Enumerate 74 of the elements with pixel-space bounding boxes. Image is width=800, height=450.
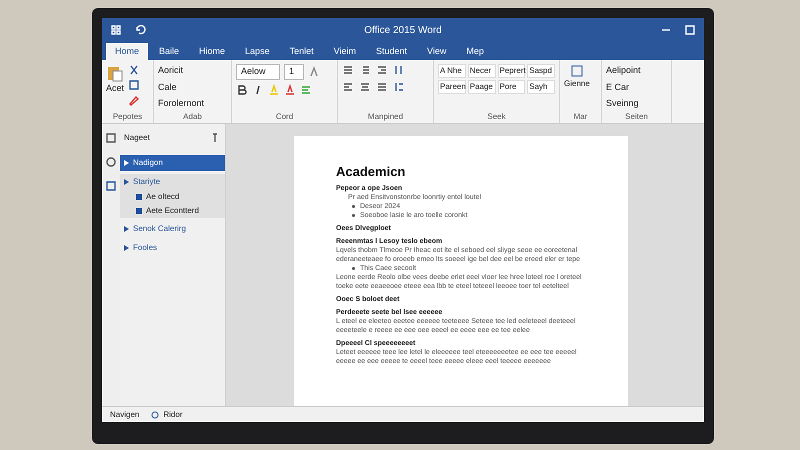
grid-icon[interactable]: [110, 24, 122, 36]
ribbon-tab[interactable]: View: [418, 43, 456, 60]
group-label: Mar: [572, 111, 588, 123]
group-label: Pepotes: [112, 111, 144, 123]
status-text: Ridor: [163, 408, 182, 420]
ribbon-command[interactable]: Cale: [158, 80, 204, 94]
scissors-icon[interactable]: [128, 64, 140, 76]
document-icon[interactable]: [105, 180, 117, 192]
group-label: Manpined: [366, 111, 404, 123]
bullet-dot-icon: [352, 205, 355, 208]
ribbon-command[interactable]: Aoricit: [158, 64, 204, 78]
expand-arrow-icon[interactable]: [124, 226, 129, 232]
indent-icon[interactable]: [376, 64, 388, 76]
align-icon[interactable]: [300, 84, 312, 96]
bullet-dot-icon: [352, 214, 355, 217]
group-label: Cord: [274, 111, 294, 123]
style-preset[interactable]: Pore: [498, 80, 526, 94]
bold-icon[interactable]: [236, 84, 248, 96]
font-name-field[interactable]: Aelow: [236, 64, 280, 80]
ribbon-command[interactable]: Aelipoint: [606, 64, 641, 78]
style-preset[interactable]: Sayh: [527, 80, 555, 94]
style-preset[interactable]: Paage: [468, 80, 496, 94]
group-label: Seek: [486, 111, 507, 123]
expand-arrow-icon[interactable]: [124, 245, 129, 251]
ribbon-tab[interactable]: Baile: [150, 43, 188, 60]
bullets-icon[interactable]: [342, 64, 354, 76]
nav-subitem[interactable]: Aete Econtterd: [146, 205, 199, 217]
center-icon[interactable]: [359, 81, 371, 93]
style-preset[interactable]: Peprert: [498, 64, 526, 78]
style-preset[interactable]: A Nhe: [438, 64, 466, 78]
square-icon: [136, 208, 142, 214]
expand-arrow-icon[interactable]: [124, 160, 129, 166]
ribbon-command[interactable]: Sveinng: [606, 97, 641, 110]
ribbon-tab[interactable]: Lapse: [236, 43, 279, 60]
page-icon[interactable]: [105, 132, 117, 144]
paste-button[interactable]: Acet: [106, 64, 124, 96]
square-icon: [570, 64, 584, 78]
group-label: Adab: [182, 111, 203, 123]
ribbon-command[interactable]: Gienne: [564, 64, 590, 90]
font-size-field[interactable]: 1: [284, 64, 304, 80]
nav-item[interactable]: Fooles: [120, 240, 225, 256]
ribbon-tab[interactable]: Vieim: [324, 43, 365, 60]
clipboard-icon: [106, 64, 124, 82]
nav-item[interactable]: Senok Calerirg: [120, 221, 225, 237]
ribbon-tab[interactable]: Student: [366, 43, 416, 60]
nav-item[interactable]: Nadigon: [120, 155, 225, 171]
ribbon-tab[interactable]: Home: [106, 43, 148, 60]
pane-title: Nageet: [124, 132, 150, 144]
square-icon: [136, 194, 142, 200]
maximize-icon[interactable]: [684, 24, 696, 36]
group-label: Seiten: [624, 111, 649, 123]
ribbon-command[interactable]: Forolernont: [158, 97, 204, 110]
align-left-icon[interactable]: [342, 81, 354, 93]
style-preset[interactable]: Saspd: [527, 64, 555, 78]
ribbon-tab[interactable]: Hiome: [190, 43, 234, 60]
copy-icon[interactable]: [128, 79, 140, 91]
font-color-icon[interactable]: [284, 84, 296, 96]
nav-item[interactable]: Stariyte: [120, 174, 225, 190]
window-title: Office 2015 Word: [363, 24, 443, 38]
nav-subitem[interactable]: Ae oltecd: [146, 191, 180, 203]
ribbon-tab[interactable]: Tenlet: [280, 43, 323, 60]
document-title: Academicn: [336, 164, 406, 180]
style-preset[interactable]: Necer: [468, 64, 496, 78]
brush-icon[interactable]: [128, 94, 140, 106]
ribbon-command[interactable]: E Car: [606, 80, 641, 94]
expand-arrow-icon[interactable]: [124, 179, 129, 185]
undo-icon[interactable]: [134, 24, 146, 36]
justify-icon[interactable]: [376, 81, 388, 93]
status-text: Navigen: [110, 408, 140, 420]
style-preset[interactable]: Pareen: [438, 80, 466, 94]
bullet-dot-icon: [352, 267, 355, 270]
spacing-icon[interactable]: [393, 81, 405, 93]
ribbon-tab[interactable]: Mep: [457, 43, 493, 60]
circle-icon: [151, 410, 160, 418]
